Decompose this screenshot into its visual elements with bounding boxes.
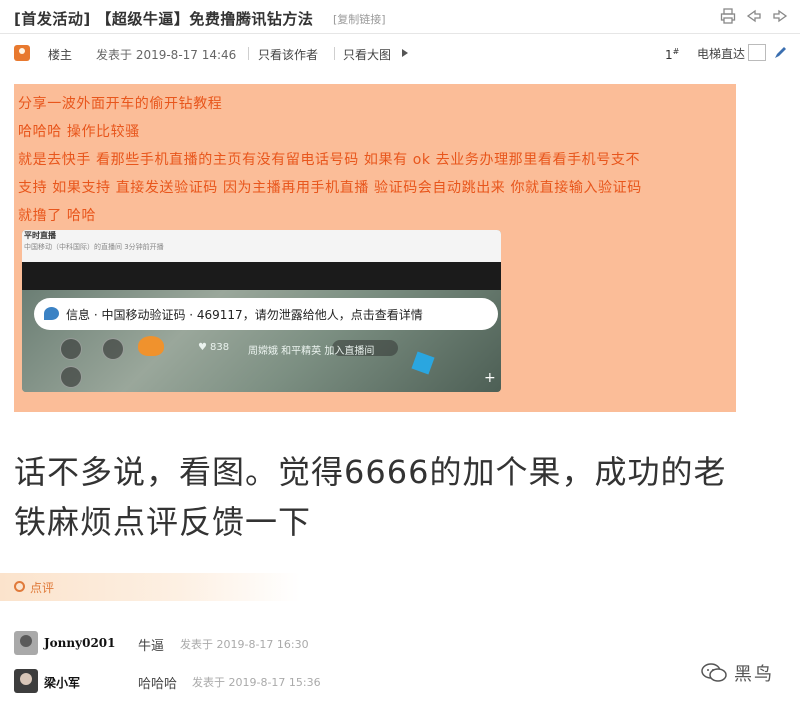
author-bar: 楼主 发表于 2019-8-17 14:46 只看该作者 只看大图 1# 电梯直… [0, 38, 800, 68]
game-control-icon [60, 366, 82, 388]
comment-message: 牛逼 [138, 639, 165, 654]
comment-message: 哈哈哈 [138, 677, 178, 692]
title-bar: [首发活动] 【超级牛逼】免费撸腾讯钻方法 [复制链接] [0, 0, 800, 34]
post-body-line: 铁麻烦点评反馈一下 [14, 503, 312, 541]
heart-icon: ♥ [198, 342, 207, 353]
title-icons [720, 8, 788, 24]
post-time: 发表于 2019-8-17 14:46 [96, 48, 237, 62]
divider [334, 47, 335, 60]
avatar[interactable] [14, 631, 38, 655]
comment-username[interactable]: 梁小军 [44, 674, 80, 691]
highlight-line: 就是去快手 看那些手机直播的主页有没有留电话号码 如果有 ok 去业务办理那里看… [18, 152, 641, 168]
pen-icon[interactable] [772, 45, 788, 65]
floor-number-value: 1 [665, 48, 673, 62]
comment-time: 发表于 2019-8-17 16:30 [180, 638, 309, 651]
floor-number: 1# [665, 47, 679, 62]
highlight-line: 哈哈哈 操作比较骚 [18, 124, 140, 140]
divider [248, 47, 249, 60]
circle-icon [14, 581, 25, 592]
avatar[interactable] [14, 669, 38, 693]
image-dark-band [22, 262, 501, 290]
highlight-line: 支持 如果支持 直接发送验证码 因为主播再用手机直播 验证码会自动跳出来 你就直… [18, 180, 642, 196]
print-icon[interactable] [720, 8, 736, 24]
post-body-line: 话不多说，看图。觉得6666的加个果，成功的老 [14, 453, 727, 491]
image-live-header: 平时直播 中国移动（中科国际）的直播间 3分钟前开播 [22, 230, 501, 262]
comment-time: 发表于 2019-8-17 15:36 [192, 676, 321, 689]
highlight-line: 分享一波外面开车的偷开钻教程 [18, 96, 223, 112]
triangle-right-icon [402, 49, 408, 57]
author-avatar[interactable] [14, 45, 30, 61]
elevator-label: 电梯直达 [697, 47, 746, 61]
watermark-text: 黑鸟 [734, 664, 774, 685]
elevator-input[interactable] [748, 44, 766, 61]
prev-thread-icon[interactable] [746, 8, 762, 24]
sms-notification-text: 信息 · 中国移动验证码 · 469117，请勿泄露给他人，点击查看详情 [66, 308, 423, 322]
game-control-icon [102, 338, 124, 360]
thread-title: [首发活动] 【超级牛逼】免费撸腾讯钻方法 [14, 10, 314, 28]
only-author-link[interactable]: 只看该作者 [258, 46, 318, 63]
like-count: 838 [210, 342, 230, 353]
watermark: 黑鸟 [700, 660, 790, 686]
comment-username[interactable]: Jonny0201 [44, 636, 116, 650]
next-thread-icon[interactable] [772, 8, 788, 24]
comment-row: Jonny0201 牛逼 发表于 2019-8-17 16:30 [0, 629, 800, 659]
image-live-title: 平时直播 [24, 231, 56, 240]
sms-notification: 信息 · 中国移动验证码 · 469117，请勿泄露给他人，点击查看详情 [34, 298, 498, 330]
only-big-image-link[interactable]: 只看大图 [343, 46, 391, 63]
comment-header-label: 点评 [30, 581, 55, 595]
message-bubble-icon [44, 307, 59, 320]
op-label: 楼主 [48, 48, 73, 62]
wechat-icon [700, 662, 728, 688]
copy-link-button[interactable]: [复制链接] [333, 11, 386, 27]
comment-section-header: 点评 [0, 573, 300, 601]
highlight-line: 就撸了 哈哈 [18, 208, 97, 224]
game-control-icon [60, 338, 82, 360]
image-live-subtitle: 中国移动（中科国际）的直播间 3分钟前开播 [24, 243, 164, 251]
live-join-text: 周嫦娥 和平精英 加入直播间 [248, 346, 375, 357]
game-character-icon [138, 336, 164, 356]
post-image[interactable]: 平时直播 中国移动（中科国际）的直播间 3分钟前开播 信息 · 中国移动验证码 … [22, 230, 501, 392]
plus-icon: + [484, 370, 496, 386]
comment-row: 梁小军 哈哈哈 发表于 2019-8-17 15:36 [0, 667, 800, 697]
hash-sign: # [672, 47, 680, 56]
